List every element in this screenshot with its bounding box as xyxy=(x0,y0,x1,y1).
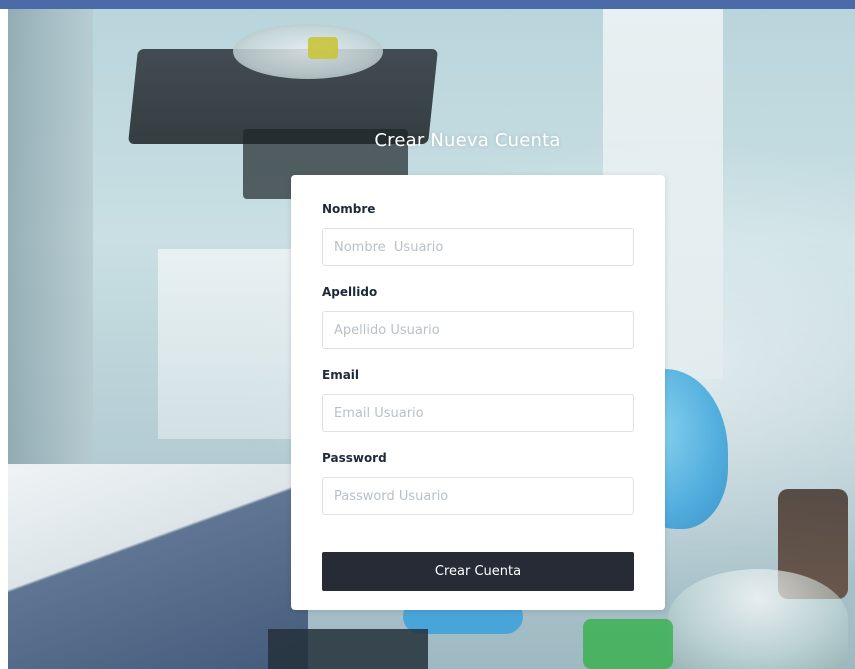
nombre-label: Nombre xyxy=(322,202,376,216)
left-border xyxy=(0,9,8,669)
apellido-input[interactable] xyxy=(322,311,634,349)
email-input[interactable] xyxy=(322,394,634,432)
top-accent-bar xyxy=(0,0,855,9)
bg-beaker xyxy=(668,569,848,669)
crear-cuenta-button[interactable]: Crear Cuenta xyxy=(322,552,634,591)
page: Crear Nueva Cuenta Nombre Apellido Email… xyxy=(0,0,855,669)
email-label: Email xyxy=(322,368,360,382)
page-title: Crear Nueva Cuenta xyxy=(374,130,561,151)
bg-green-liquid xyxy=(583,619,673,669)
nombre-input[interactable] xyxy=(322,228,634,266)
apellido-label: Apellido xyxy=(322,285,378,299)
bg-lab-coat-sleeve xyxy=(8,464,308,669)
password-label: Password xyxy=(322,451,387,465)
bg-dark-bottom xyxy=(268,629,428,669)
bg-left-shadow xyxy=(8,9,93,469)
register-form-card: Nombre Apellido Email Password Crear Cue… xyxy=(291,175,665,610)
password-input[interactable] xyxy=(322,477,634,515)
bg-sample xyxy=(308,37,338,59)
